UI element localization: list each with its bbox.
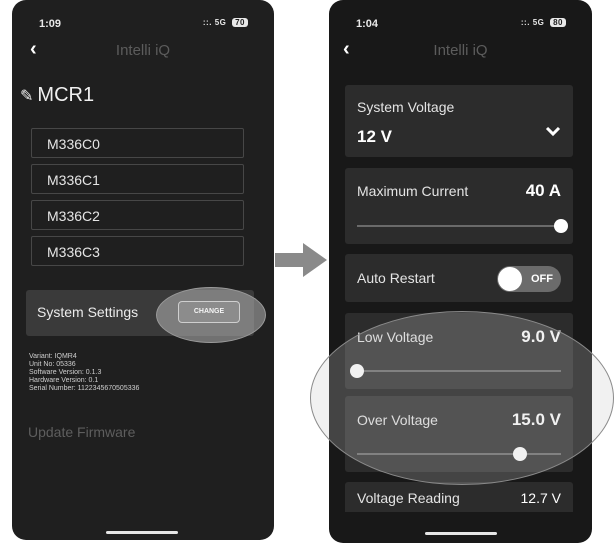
unit-text: Unit No: 05336 (29, 361, 76, 368)
toggle-state: OFF (531, 273, 553, 285)
auto-restart-toggle[interactable]: OFF (497, 266, 561, 292)
max-current-slider[interactable] (357, 219, 568, 233)
network-type: 5G (532, 18, 545, 27)
update-firmware-button[interactable]: Update Firmware (28, 424, 135, 440)
system-voltage-label: System Voltage (357, 99, 455, 115)
phone-screen-left: 1:09 ::. 5G 70 ‹ Intelli iQ (12, 0, 274, 540)
variant-text: Variant: IQMR4 (29, 353, 77, 360)
device-item[interactable]: M336C1 (31, 164, 244, 194)
battery-icon: 80 (550, 18, 566, 27)
device-info: Variant: IQMR4 Unit No: 05336 Software V… (29, 353, 139, 393)
toggle-knob (498, 267, 522, 291)
voltage-reading-value: 12.7 V (520, 490, 561, 506)
status-bar: 1:09 ::. 5G 70 (12, 18, 274, 34)
hardware-version-text: Hardware Version: 0.1 (29, 377, 99, 384)
app-title: Intelli iQ (115, 42, 171, 59)
chevron-down-icon[interactable] (545, 123, 561, 139)
status-bar: 1:04 ::. 5G 80 (329, 18, 592, 34)
software-version-text: Software Version: 0.1.3 (29, 369, 102, 376)
battery-icon: 70 (232, 18, 248, 27)
home-indicator (424, 532, 497, 535)
signal-icon: ::. (520, 18, 530, 27)
app-title: Intelli iQ (433, 42, 488, 59)
system-voltage-value: 12 V (357, 127, 392, 146)
device-item[interactable]: M336C2 (31, 200, 244, 230)
home-indicator (106, 531, 178, 534)
device-name: MCR1 (37, 84, 95, 106)
auto-restart-card: Auto Restart OFF (345, 254, 573, 302)
serial-number-text: Serial Number: 1122345670505336 (29, 385, 140, 392)
change-button[interactable]: CHANGE (178, 301, 240, 323)
auto-restart-label: Auto Restart (357, 270, 435, 286)
signal-indicator: ::. 5G 80 (521, 18, 566, 27)
highlight-ellipse (310, 311, 614, 485)
nav-bar: ‹ Intelli iQ (12, 38, 274, 64)
device-title[interactable]: ✎ MCR1 (20, 84, 94, 107)
status-time: 1:04 (356, 18, 379, 30)
signal-indicator: ::. 5G 70 (203, 18, 248, 27)
slider-knob[interactable] (554, 219, 568, 233)
system-settings-label: System Settings (37, 304, 139, 320)
system-voltage-card[interactable]: System Voltage 12 V (345, 85, 573, 157)
right-arrow-icon (275, 243, 327, 277)
nav-bar: ‹ Intelli iQ (329, 38, 592, 64)
pencil-icon[interactable]: ✎ (20, 86, 33, 106)
max-current-label: Maximum Current (357, 183, 469, 199)
network-type: 5G (214, 18, 227, 27)
status-time: 1:09 (39, 18, 62, 30)
max-current-value: 40 A (525, 181, 561, 200)
signal-icon: ::. (202, 18, 212, 27)
device-item[interactable]: M336C3 (31, 236, 244, 266)
voltage-reading-card: Voltage Reading 12.7 V (345, 482, 573, 512)
voltage-reading-label: Voltage Reading (357, 490, 460, 506)
device-item[interactable]: M336C0 (31, 128, 244, 158)
max-current-card: Maximum Current 40 A (345, 168, 573, 244)
